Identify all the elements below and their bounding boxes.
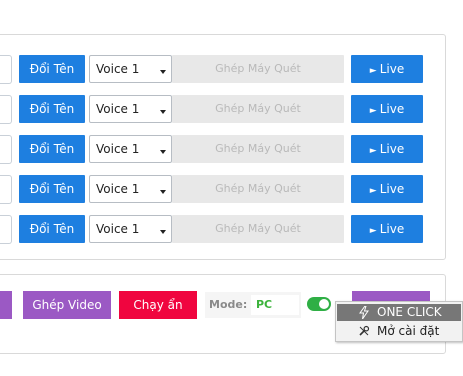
channel-name-field[interactable] [0,175,12,204]
chevron-down-icon [160,150,166,154]
live-button-label: Live [379,222,405,236]
voice-select[interactable]: Voice 1 [89,135,172,163]
chevron-down-icon [160,190,166,194]
voice-select[interactable]: Voice 1 [89,55,172,83]
rename-button[interactable]: Đổi Tên [19,175,85,203]
chevron-down-icon [160,230,166,234]
live-button[interactable]: ► Live [351,175,423,203]
menu-item-one-click[interactable]: ONE CLICK [337,304,461,321]
merge-scanner-button[interactable]: Ghép Máy Quét [172,175,344,203]
merge-scanner-button[interactable]: Ghép Máy Quét [172,55,344,83]
live-button[interactable]: ► Live [351,215,423,243]
channel-name-field[interactable] [0,55,12,84]
merge-scanner-button[interactable]: Ghép Máy Quét [172,95,344,123]
play-icon: ► [369,146,377,156]
mode-value[interactable]: PC [251,295,299,315]
live-button-label: Live [379,62,405,76]
menu-item-label: ONE CLICK [377,305,442,319]
play-icon: ► [369,106,377,116]
chevron-down-icon [160,70,166,74]
merge-scanner-button[interactable]: Ghép Máy Quét [172,215,344,243]
live-button[interactable]: ► Live [351,135,423,163]
mode-box: Mode: PC [205,292,301,318]
voice-select-value: Voice 1 [96,62,140,76]
live-button-label: Live [379,182,405,196]
channel-name-field[interactable] [0,215,12,244]
merge-video-button[interactable]: Ghép Video [23,291,111,319]
context-menu: ONE CLICK Mở cài đặt [335,301,463,342]
toggle-knob [319,299,329,309]
merge-scanner-button[interactable]: Ghép Máy Quét [172,135,344,163]
voice-select[interactable]: Voice 1 [89,215,172,243]
play-icon: ► [369,226,377,236]
live-button-label: Live [379,102,405,116]
channel-name-field[interactable] [0,95,12,124]
voice-select[interactable]: Voice 1 [89,175,172,203]
channel-name-field[interactable] [0,135,12,164]
voice-select-value: Voice 1 [96,182,140,196]
rename-button[interactable]: Đổi Tên [19,55,85,83]
purple-action-button[interactable] [0,291,12,319]
voice-select-value: Voice 1 [96,222,140,236]
play-icon: ► [369,186,377,196]
voice-select-value: Voice 1 [96,102,140,116]
live-button[interactable]: ► Live [351,55,423,83]
mode-toggle[interactable] [307,297,331,311]
run-hidden-button[interactable]: Chạy ẩn [119,291,197,319]
voice-select-value: Voice 1 [96,142,140,156]
rename-button[interactable]: Đổi Tên [19,215,85,243]
chevron-down-icon [160,110,166,114]
menu-item-open-settings[interactable]: Mở cài đặt [337,323,461,340]
lightning-icon [357,304,371,321]
voice-select[interactable]: Voice 1 [89,95,172,123]
rename-button[interactable]: Đổi Tên [19,95,85,123]
live-button[interactable]: ► Live [351,95,423,123]
rename-button[interactable]: Đổi Tên [19,135,85,163]
mode-label: Mode: [209,298,248,311]
live-button-label: Live [379,142,405,156]
play-icon: ► [369,66,377,76]
tools-icon [357,323,371,340]
menu-item-label: Mở cài đặt [377,324,440,338]
